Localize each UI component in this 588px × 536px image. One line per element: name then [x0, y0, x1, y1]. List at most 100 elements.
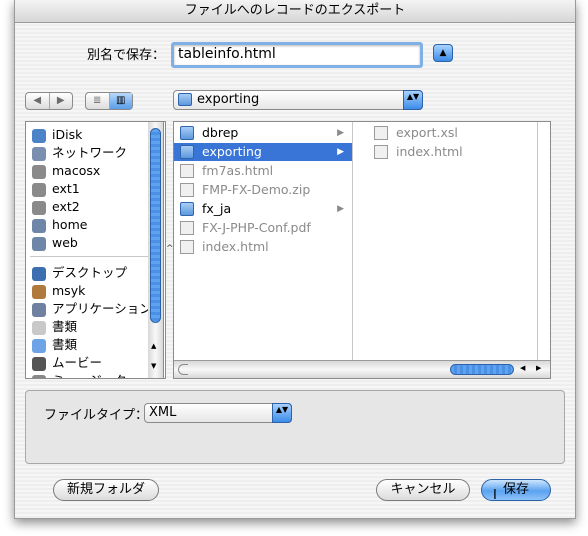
sidebar-item[interactable]: 書類 — [32, 336, 77, 354]
sidebar-item[interactable]: ネットワーク — [32, 144, 127, 162]
folder-icon — [180, 126, 194, 140]
network-volume-icon — [32, 218, 46, 233]
text-cursor-icon: I — [493, 488, 497, 503]
sidebar-item-label: msyk — [52, 283, 86, 298]
scroll-left-arrow[interactable]: ◀ — [520, 364, 525, 372]
column-view-button[interactable]: ▥ — [109, 93, 132, 109]
row-label: index.html — [202, 239, 269, 254]
format-panel: ファイルタイプ： XML ▲▼ — [25, 390, 565, 464]
sidebar-item-label: ネットワーク — [52, 145, 128, 160]
folder-row[interactable]: dbrep ▶ — [174, 124, 352, 142]
column-divider[interactable] — [352, 122, 353, 360]
network-volume-icon — [32, 236, 46, 251]
sidebar-item[interactable]: ext1 — [32, 180, 80, 198]
scroll-right-arrow[interactable]: ▶ — [536, 364, 541, 372]
row-label: FMP-FX-Demo.zip — [202, 182, 311, 197]
column-divider[interactable] — [537, 122, 538, 360]
row-label: exporting — [202, 144, 262, 159]
save-button[interactable]: 保存 — [481, 479, 551, 501]
sidebar-item[interactable]: 書類 — [32, 318, 77, 336]
column-browser: dbrep ▶ exporting ▶ fm7as.html FMP-FX-Demo.zi… — [173, 121, 551, 379]
sidebar-item-label: デスクトップ — [52, 265, 128, 280]
sidebar-item-label: 書類 — [52, 337, 78, 352]
popup-arrows-icon: ▲▼ — [272, 403, 292, 423]
row-label: fx_ja — [202, 201, 232, 216]
save-as-label: 別名で保存： — [87, 48, 166, 63]
file-type-popup[interactable]: XML ▲▼ — [144, 403, 292, 423]
network-icon — [32, 146, 46, 161]
movies-icon — [32, 356, 46, 371]
sidebar-item[interactable]: iDisk — [32, 126, 82, 144]
sidebar-item-label: ext1 — [52, 181, 80, 196]
cancel-button[interactable]: キャンセル — [376, 479, 470, 501]
popup-arrows-icon: ▲▼ — [403, 90, 423, 110]
folder-row[interactable]: exporting ▶ — [174, 143, 352, 161]
documents-icon — [32, 320, 46, 335]
forward-button[interactable]: ▶ — [50, 93, 73, 109]
sidebar-item-label: iDisk — [52, 127, 83, 142]
triangle-up-icon: ▲ — [439, 48, 447, 58]
row-label: FX-J-PHP-Conf.pdf — [202, 220, 311, 235]
folder-icon — [32, 338, 46, 353]
folder-icon — [178, 93, 192, 106]
save-as-field[interactable]: tableinfo.html — [171, 42, 423, 68]
view-mode-control: ≣ ▥ — [85, 92, 133, 110]
back-button[interactable]: ◀ — [26, 93, 50, 109]
home-icon — [32, 284, 46, 299]
location-value: exporting — [197, 92, 260, 107]
file-row[interactable]: export.xsl — [368, 124, 536, 142]
document-icon — [180, 183, 194, 197]
document-icon — [180, 164, 194, 178]
file-row[interactable]: index.html — [174, 238, 352, 256]
sidebar-item-label: ext2 — [52, 199, 80, 214]
file-row[interactable]: fm7as.html — [174, 162, 352, 180]
collapse-toggle-button[interactable]: ▲ — [433, 44, 453, 62]
sidebar-item-label: ムービー — [52, 355, 103, 370]
browser-scroll-thumb[interactable] — [450, 364, 514, 375]
disclosure-arrow-icon: ▶ — [337, 147, 344, 157]
sidebar-scrollbar[interactable]: ▲ ▼ — [148, 121, 164, 379]
scroll-up-arrow[interactable]: ▲ — [151, 342, 156, 350]
sidebar-item[interactable]: msyk — [32, 282, 85, 300]
disk-icon — [32, 200, 46, 215]
export-dialog: ファイルへのレコードのエクスポート 別名で保存： tableinfo.html … — [14, 0, 576, 519]
document-icon — [180, 240, 194, 254]
browser-horizontal-scrollbar[interactable]: ◀ ▶ — [174, 360, 550, 378]
sidebar-item[interactable]: ミュージック — [32, 372, 127, 378]
list-view-button[interactable]: ≣ — [86, 93, 110, 109]
disclosure-arrow-icon: ▶ — [337, 128, 344, 138]
file-row[interactable]: FX-J-PHP-Conf.pdf — [174, 219, 352, 237]
folder-icon — [180, 202, 194, 216]
window-title: ファイルへのレコードのエクスポート — [15, 0, 575, 23]
disclosure-arrow-icon: ▶ — [337, 204, 344, 214]
sidebar-item[interactable]: web — [32, 234, 78, 252]
file-row[interactable]: FMP-FX-Demo.zip — [174, 181, 352, 199]
scroll-down-arrow[interactable]: ▼ — [151, 362, 156, 370]
sidebar-item[interactable]: ext2 — [32, 198, 80, 216]
document-icon — [374, 145, 388, 159]
new-folder-button[interactable]: 新規フォルダ — [53, 479, 159, 501]
folder-row[interactable]: fx_ja ▶ — [174, 200, 352, 218]
sidebar-item-label: ミュージック — [52, 373, 127, 378]
sidebar-item[interactable]: home — [32, 216, 87, 234]
row-label: fm7as.html — [202, 163, 274, 178]
row-label: index.html — [396, 144, 463, 159]
sidebar-item-label: アプリケーション — [52, 301, 152, 316]
row-label: dbrep — [202, 125, 239, 140]
sidebar-scroll-thumb[interactable] — [150, 128, 161, 323]
sidebar-item-label: web — [52, 235, 78, 250]
document-icon — [374, 126, 388, 140]
idisk-icon — [32, 128, 46, 143]
sidebar-separator — [30, 256, 148, 257]
file-row[interactable]: index.html — [368, 143, 536, 161]
sidebar-item[interactable]: macosx — [32, 162, 100, 180]
sidebar-item[interactable]: デスクトップ — [32, 264, 127, 282]
back-forward-control: ◀ ▶ — [25, 92, 73, 110]
sidebar-item[interactable]: ムービー — [32, 354, 102, 372]
file-type-value: XML — [149, 405, 177, 420]
disk-icon — [32, 164, 46, 179]
sidebar-item[interactable]: アプリケーション — [32, 300, 152, 318]
location-popup[interactable]: exporting ▲▼ — [173, 90, 423, 110]
folder-icon — [180, 145, 194, 159]
sidebar-item-label: macosx — [52, 163, 101, 178]
